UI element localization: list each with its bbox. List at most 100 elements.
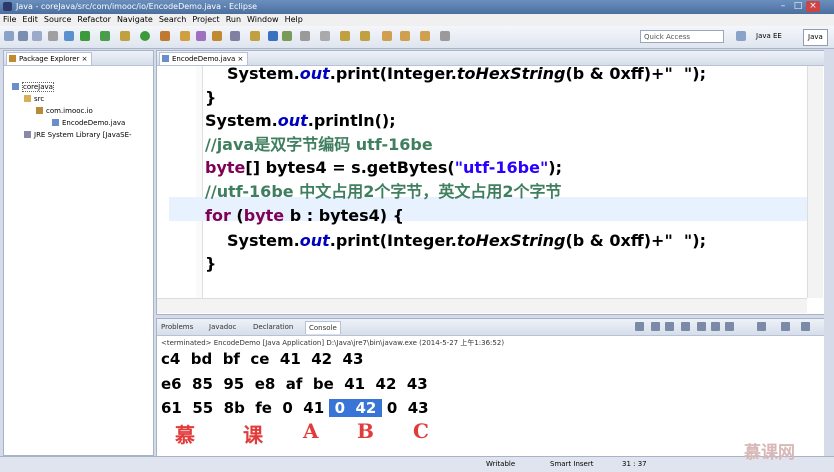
package-explorer-icon — [9, 55, 16, 62]
scroll-lock-icon[interactable] — [697, 322, 706, 331]
ruler — [196, 66, 203, 298]
run-button-icon[interactable] — [140, 31, 150, 41]
main-toolbar: Quick Access Java EE Java — [0, 26, 834, 49]
tree-item-project[interactable]: coreJava — [12, 82, 54, 92]
code-line: for (byte b : bytes4) { — [205, 206, 404, 225]
toggle-mark-icon[interactable] — [268, 31, 278, 41]
save-all-icon[interactable] — [32, 31, 42, 41]
package-explorer: Package Explorer × coreJava src com.imoo… — [3, 50, 154, 456]
menu-file[interactable]: File — [0, 14, 19, 26]
console-header: Problems Javadoc Declaration Console — [157, 319, 824, 336]
close-button[interactable]: × — [806, 1, 820, 12]
remove-all-icon[interactable] — [665, 322, 674, 331]
menu-run[interactable]: Run — [223, 14, 244, 26]
tree-item-src[interactable]: src — [24, 94, 44, 104]
search-icon[interactable] — [230, 31, 240, 41]
editor-horizontal-scrollbar[interactable] — [157, 298, 807, 313]
menu-help[interactable]: Help — [282, 14, 306, 26]
coverage-icon[interactable] — [160, 31, 170, 41]
code-line: byte[] bytes4 = s.getBytes("utf-16be"); — [205, 158, 563, 177]
annotation-ke: 课 — [243, 423, 263, 447]
console-panel: Problems Javadoc Declaration Console <te… — [156, 318, 825, 458]
minimize-button[interactable]: – — [776, 1, 790, 12]
editor-vertical-scrollbar[interactable] — [807, 66, 823, 298]
java-file-icon — [162, 55, 169, 62]
tab-console[interactable]: Console — [305, 321, 341, 334]
code-line: } — [205, 254, 217, 273]
window-title: Java - coreJava/src/com/imooc/io/EncodeD… — [16, 2, 258, 11]
menu-project[interactable]: Project — [189, 14, 222, 26]
title-bar: Java - coreJava/src/com/imooc/io/EncodeD… — [0, 0, 834, 14]
maximize-button[interactable]: □ — [791, 1, 805, 12]
editor-tab[interactable]: EncodeDemo.java × — [159, 52, 249, 65]
menu-search[interactable]: Search — [156, 14, 189, 26]
new-icon[interactable] — [4, 31, 14, 41]
library-icon — [24, 131, 31, 138]
forward-icon[interactable] — [420, 31, 430, 41]
right-trim — [824, 50, 834, 456]
display-console-icon[interactable] — [757, 322, 766, 331]
debug-icon[interactable] — [80, 31, 90, 41]
code-line: System.out.print(Integer.toHexString(b &… — [227, 231, 706, 250]
menu-navigate[interactable]: Navigate — [114, 14, 156, 26]
status-cursor-position: 31 : 37 — [622, 460, 647, 468]
show-whitespace-icon[interactable] — [300, 31, 310, 41]
editor-header: EncodeDemo.java × — [157, 51, 824, 66]
menu-refactor[interactable]: Refactor — [74, 14, 114, 26]
last-edit-icon[interactable] — [382, 31, 392, 41]
menu-edit[interactable]: Edit — [19, 14, 41, 26]
terminated-status: <terminated> EncodeDemo [Java Applicatio… — [161, 339, 505, 347]
open-console-icon[interactable] — [781, 322, 790, 331]
back-icon[interactable] — [400, 31, 410, 41]
annotation-a: A — [303, 419, 319, 443]
toggle-breadcrumb-icon[interactable] — [282, 31, 292, 41]
tab-problems[interactable]: Problems — [161, 321, 193, 333]
code-comment: //java是双字节编码 utf-16be — [205, 135, 433, 154]
show-on-output-icon[interactable] — [711, 322, 720, 331]
new-java-project-icon[interactable] — [180, 31, 190, 41]
status-writable: Writable — [486, 460, 516, 468]
project-icon — [12, 83, 19, 90]
server-icon[interactable] — [64, 31, 74, 41]
edit-icon[interactable] — [250, 31, 260, 41]
pin-console-icon[interactable] — [725, 322, 734, 331]
pin-icon[interactable] — [440, 31, 450, 41]
menu-window[interactable]: Window — [244, 14, 282, 26]
console-output-line: 61 55 8b fe 0 41 0 42 0 43 — [161, 399, 429, 417]
save-icon[interactable] — [18, 31, 28, 41]
java-file-icon — [52, 119, 59, 126]
tree-item-file[interactable]: EncodeDemo.java — [52, 118, 125, 128]
code-area[interactable]: System.out.print(Integer.toHexString(b &… — [157, 66, 807, 298]
tree-item-jre[interactable]: JRE System Library [JavaSE- — [24, 130, 132, 140]
terminate-icon[interactable] — [635, 322, 644, 331]
quick-access-input[interactable]: Quick Access — [640, 30, 724, 43]
annotation-b: B — [357, 419, 374, 443]
new-package-icon[interactable] — [196, 31, 206, 41]
menu-source[interactable]: Source — [41, 14, 74, 26]
run-icon[interactable] — [100, 31, 110, 41]
tab-javadoc[interactable]: Javadoc — [209, 321, 236, 333]
code-line: System.out.print(Integer.toHexString(b &… — [227, 66, 706, 83]
remove-launch-icon[interactable] — [651, 322, 660, 331]
prev-annotation-icon[interactable] — [360, 31, 370, 41]
watermark-logo: 慕课网 — [744, 443, 795, 463]
next-annotation-icon[interactable] — [340, 31, 350, 41]
perspective-java-ee[interactable]: Java EE — [756, 30, 782, 43]
console-output-line: e6 85 95 e8 af be 41 42 43 — [161, 375, 428, 393]
minimize-view-icon[interactable] — [801, 322, 810, 331]
menu-bar: File Edit Source Refactor Navigate Search Proj… — [0, 14, 834, 26]
block-select-icon[interactable] — [320, 31, 330, 41]
annotation-c: C — [413, 419, 429, 443]
print-icon[interactable] — [48, 31, 58, 41]
perspective-java[interactable]: Java — [803, 29, 828, 46]
annotation-mu: 慕 — [175, 423, 195, 447]
package-explorer-tab[interactable]: Package Explorer × — [6, 52, 93, 65]
code-line: } — [205, 88, 217, 107]
tab-declaration[interactable]: Declaration — [253, 321, 293, 333]
tree-item-package[interactable]: com.imooc.io — [36, 106, 93, 116]
clear-console-icon[interactable] — [681, 322, 690, 331]
open-perspective-icon[interactable] — [736, 31, 746, 41]
console-output-line: c4 bd bf ce 41 42 43 — [161, 350, 364, 368]
open-type-icon[interactable] — [212, 31, 222, 41]
external-tools-icon[interactable] — [120, 31, 130, 41]
